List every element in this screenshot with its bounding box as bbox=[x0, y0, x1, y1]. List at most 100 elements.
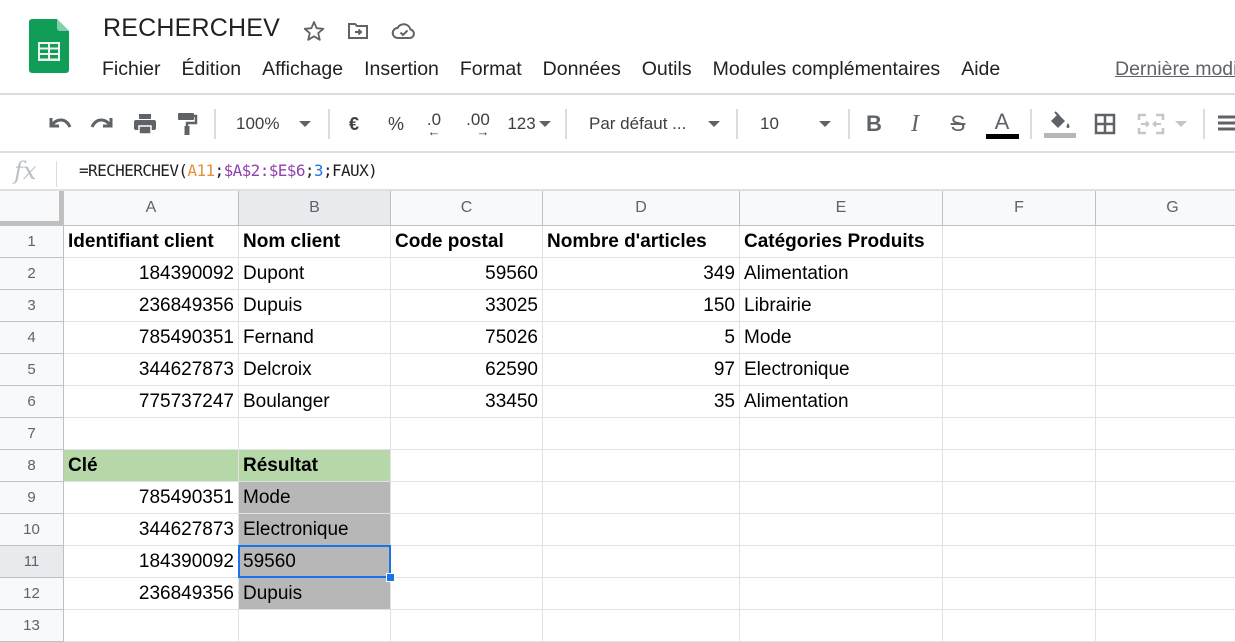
cell[interactable] bbox=[740, 610, 943, 642]
header-cell[interactable]: Catégories Produits bbox=[740, 226, 943, 258]
cell[interactable] bbox=[391, 514, 543, 546]
lookup-result-cell[interactable]: Electronique bbox=[239, 514, 391, 546]
cell[interactable] bbox=[1096, 226, 1235, 258]
cell[interactable] bbox=[239, 418, 391, 450]
cell[interactable] bbox=[943, 546, 1096, 578]
cell[interactable] bbox=[239, 610, 391, 642]
cell[interactable] bbox=[943, 226, 1096, 258]
row-header-1[interactable]: 1 bbox=[0, 226, 64, 258]
data-cell[interactable]: 59560 bbox=[391, 258, 543, 290]
column-header-a[interactable]: A bbox=[64, 191, 239, 226]
row-header-8[interactable]: 8 bbox=[0, 450, 64, 482]
row-header-6[interactable]: 6 bbox=[0, 386, 64, 418]
cell[interactable] bbox=[943, 450, 1096, 482]
font-family-select[interactable]: Par défaut ... bbox=[589, 106, 725, 142]
menu-modules[interactable]: Modules complémentaires bbox=[713, 58, 941, 81]
row-header-3[interactable]: 3 bbox=[0, 290, 64, 322]
star-icon[interactable] bbox=[301, 18, 327, 44]
cell[interactable] bbox=[943, 354, 1096, 386]
cell[interactable] bbox=[1096, 418, 1235, 450]
data-cell[interactable]: 184390092 bbox=[64, 258, 239, 290]
row-header-5[interactable]: 5 bbox=[0, 354, 64, 386]
cell[interactable] bbox=[1096, 354, 1235, 386]
cell[interactable] bbox=[943, 418, 1096, 450]
currency-format-button[interactable]: € bbox=[340, 106, 368, 142]
cell[interactable] bbox=[740, 482, 943, 514]
row-header-9[interactable]: 9 bbox=[0, 482, 64, 514]
cell[interactable] bbox=[543, 418, 740, 450]
text-color-button[interactable]: A bbox=[984, 106, 1020, 142]
cell[interactable] bbox=[943, 482, 1096, 514]
cell[interactable] bbox=[943, 386, 1096, 418]
data-cell[interactable]: Librairie bbox=[740, 290, 943, 322]
data-cell[interactable]: 5 bbox=[543, 322, 740, 354]
percent-format-button[interactable]: % bbox=[382, 106, 410, 142]
sheets-logo-icon[interactable] bbox=[29, 19, 69, 73]
formula-input[interactable]: =RECHERCHEV(A11;$A$2:$E$6;3;FAUX) bbox=[79, 161, 378, 180]
data-cell[interactable]: Alimentation bbox=[740, 258, 943, 290]
cell[interactable] bbox=[1096, 482, 1235, 514]
cell[interactable] bbox=[740, 418, 943, 450]
data-cell[interactable]: Dupont bbox=[239, 258, 391, 290]
column-header-g[interactable]: G bbox=[1096, 191, 1235, 226]
decrease-decimals-button[interactable]: .0 ← bbox=[419, 106, 449, 142]
zoom-select[interactable]: 100% bbox=[236, 106, 326, 142]
cell[interactable] bbox=[943, 610, 1096, 642]
cell[interactable] bbox=[543, 546, 740, 578]
menu-outils[interactable]: Outils bbox=[642, 58, 692, 81]
increase-decimals-button[interactable]: .00 → bbox=[460, 106, 496, 142]
cell[interactable] bbox=[740, 578, 943, 610]
redo-icon[interactable] bbox=[86, 106, 118, 142]
column-header-e[interactable]: E bbox=[740, 191, 943, 226]
row-header-10[interactable]: 10 bbox=[0, 514, 64, 546]
cell[interactable] bbox=[1096, 610, 1235, 642]
cell[interactable] bbox=[1096, 514, 1235, 546]
data-cell[interactable]: 33025 bbox=[391, 290, 543, 322]
data-cell[interactable]: Alimentation bbox=[740, 386, 943, 418]
fill-color-button[interactable] bbox=[1042, 106, 1078, 142]
menu-format[interactable]: Format bbox=[460, 58, 522, 81]
paint-format-icon[interactable] bbox=[171, 106, 203, 142]
cell[interactable] bbox=[543, 450, 740, 482]
cell[interactable] bbox=[391, 578, 543, 610]
select-all-corner[interactable] bbox=[0, 191, 64, 226]
cell[interactable] bbox=[543, 482, 740, 514]
lookup-header-cell[interactable]: Clé bbox=[64, 450, 239, 482]
borders-icon[interactable] bbox=[1092, 106, 1118, 142]
cell[interactable] bbox=[1096, 386, 1235, 418]
row-header-13[interactable]: 13 bbox=[0, 610, 64, 642]
lookup-result-cell[interactable]: Dupuis bbox=[239, 578, 391, 610]
bold-icon[interactable]: B bbox=[861, 106, 887, 142]
font-size-select[interactable]: 10 bbox=[760, 106, 836, 142]
menu-insertion[interactable]: Insertion bbox=[364, 58, 439, 81]
data-cell[interactable]: 35 bbox=[543, 386, 740, 418]
cell[interactable] bbox=[740, 546, 943, 578]
document-title[interactable]: RECHERCHEV bbox=[103, 14, 280, 43]
row-header-12[interactable]: 12 bbox=[0, 578, 64, 610]
cell[interactable] bbox=[391, 482, 543, 514]
menu-edition[interactable]: Édition bbox=[182, 58, 242, 81]
header-cell[interactable]: Nombre d'articles bbox=[543, 226, 740, 258]
data-cell[interactable]: Dupuis bbox=[239, 290, 391, 322]
header-cell[interactable]: Nom client bbox=[239, 226, 391, 258]
data-cell[interactable]: Boulanger bbox=[239, 386, 391, 418]
lookup-key-cell[interactable]: 184390092 bbox=[64, 546, 239, 578]
cell[interactable] bbox=[391, 610, 543, 642]
cell[interactable] bbox=[943, 322, 1096, 354]
cell[interactable] bbox=[543, 610, 740, 642]
data-cell[interactable]: 62590 bbox=[391, 354, 543, 386]
data-cell[interactable]: 75026 bbox=[391, 322, 543, 354]
lookup-key-cell[interactable]: 344627873 bbox=[64, 514, 239, 546]
data-cell[interactable]: 236849356 bbox=[64, 290, 239, 322]
data-cell[interactable]: 150 bbox=[543, 290, 740, 322]
data-cell[interactable]: 33450 bbox=[391, 386, 543, 418]
menu-aide[interactable]: Aide bbox=[961, 58, 1000, 81]
cell[interactable] bbox=[943, 514, 1096, 546]
data-cell[interactable]: 344627873 bbox=[64, 354, 239, 386]
lookup-key-cell[interactable]: 785490351 bbox=[64, 482, 239, 514]
lookup-key-cell[interactable]: 236849356 bbox=[64, 578, 239, 610]
undo-icon[interactable] bbox=[44, 106, 76, 142]
data-cell[interactable]: Delcroix bbox=[239, 354, 391, 386]
data-cell[interactable]: Fernand bbox=[239, 322, 391, 354]
italic-icon[interactable]: I bbox=[902, 106, 928, 142]
